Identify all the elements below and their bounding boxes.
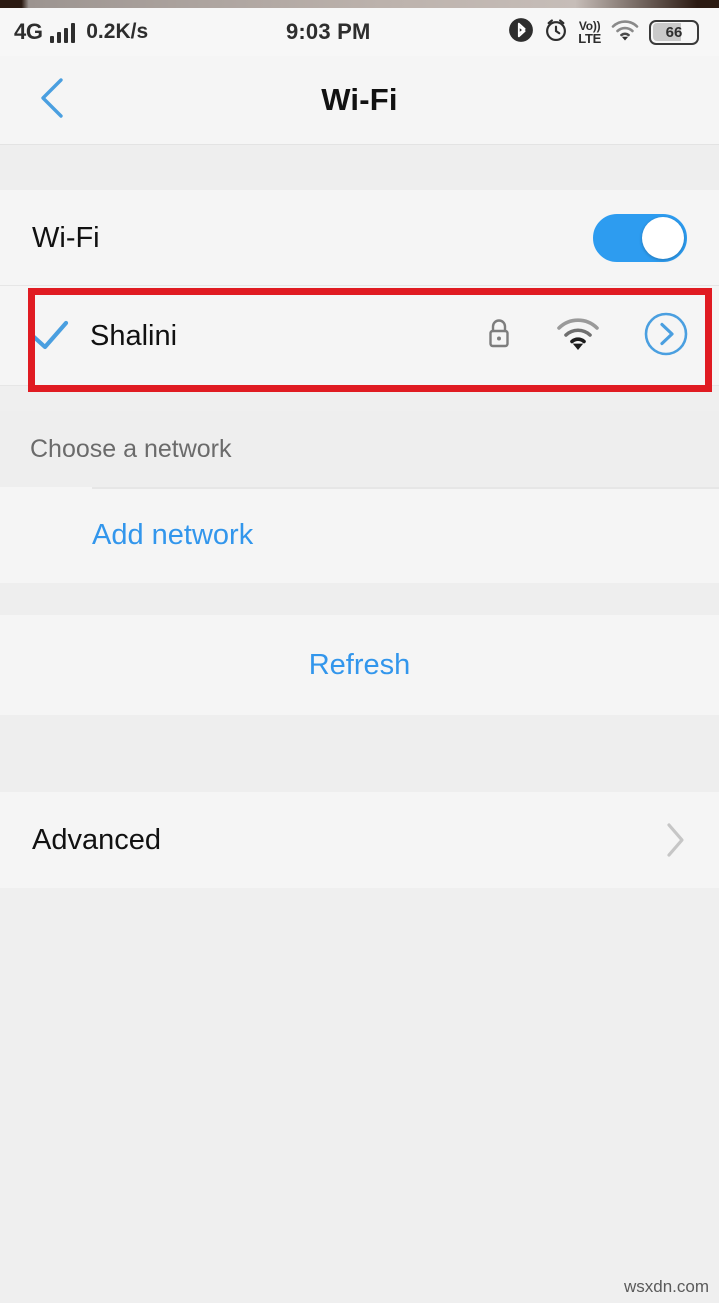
screenshot-edge-artifact: [0, 0, 719, 8]
empty-page-area: [0, 888, 719, 1303]
refresh-card: Refresh: [0, 615, 719, 715]
section-header-label: Choose a network: [30, 434, 232, 463]
app-header: Wi-Fi: [0, 56, 719, 145]
network-name-label: Shalini: [90, 319, 178, 352]
status-bar-right: Vo)) LTE 66: [508, 17, 705, 48]
advanced-card: Advanced: [0, 792, 719, 888]
network-row-shalini[interactable]: Shalini: [0, 286, 719, 386]
choose-network-section-header: Choose a network: [0, 411, 719, 487]
wifi-toggle-row[interactable]: Wi-Fi: [0, 190, 719, 286]
divider: [0, 384, 719, 386]
phone-screen: 4G 0.2K/s 9:03 PM Vo)) LTE 66 Wi-Fi Wi-F…: [0, 0, 719, 1303]
watermark: wsxdn.com: [623, 1277, 709, 1296]
wifi-toggle-card: Wi-Fi: [0, 190, 719, 286]
data-speed-label: 0.2K/s: [86, 20, 149, 43]
add-network-label: Add network: [92, 518, 254, 551]
spacer-band-refresh: [0, 583, 719, 615]
bluetooth-icon: [508, 17, 534, 48]
alarm-clock-icon: [543, 17, 569, 48]
battery-percent-label: 66: [665, 23, 683, 41]
network-type-label: 4G: [14, 19, 43, 44]
add-network-row[interactable]: Add network: [0, 487, 719, 583]
wifi-signal-icon: [555, 316, 601, 357]
connected-network-card: Shalini: [0, 286, 719, 386]
lock-icon: [485, 317, 513, 356]
wifi-icon: [610, 18, 640, 47]
chevron-right-circle-icon[interactable]: [643, 311, 689, 362]
battery-icon: 66: [649, 19, 699, 45]
page-title: Wi-Fi: [321, 82, 398, 117]
clock-label: 9:03 PM: [285, 19, 371, 44]
spacer-band-top: [0, 145, 719, 190]
spacer-band-advanced: [0, 715, 719, 792]
advanced-label: Advanced: [32, 823, 161, 856]
status-bar-left: 4G 0.2K/s: [14, 19, 148, 45]
wifi-toggle-label: Wi-Fi: [32, 221, 100, 254]
refresh-button[interactable]: Refresh: [0, 615, 719, 715]
status-bar-center: 9:03 PM: [148, 19, 508, 45]
volte-top-text: Vo)): [578, 18, 601, 33]
checkmark-icon: [28, 319, 72, 353]
volte-icon: Vo)) LTE: [578, 20, 601, 45]
chevron-right-icon: [663, 820, 689, 860]
wifi-switch-knob: [642, 217, 684, 259]
signal-bars-icon: [49, 22, 76, 43]
divider: [92, 487, 719, 489]
advanced-row[interactable]: Advanced: [0, 792, 719, 888]
network-row-icons: [485, 311, 689, 362]
volte-bottom-text: LTE: [578, 30, 601, 46]
wifi-switch[interactable]: [593, 214, 687, 262]
add-network-card: Add network: [0, 487, 719, 583]
refresh-label: Refresh: [308, 648, 411, 681]
status-bar: 4G 0.2K/s 9:03 PM Vo)) LTE 66: [0, 8, 719, 56]
